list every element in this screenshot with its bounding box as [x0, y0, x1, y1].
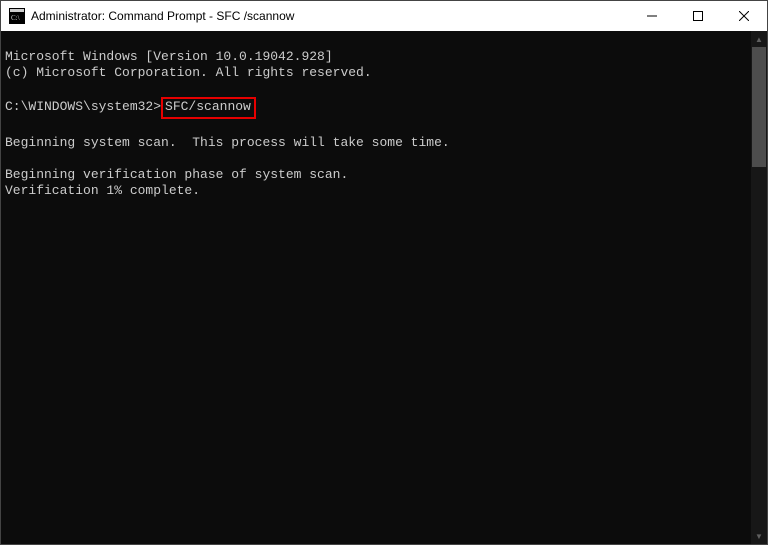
terminal-area: Microsoft Windows [Version 10.0.19042.92… [1, 31, 767, 544]
minimize-icon [647, 11, 657, 21]
close-button[interactable] [721, 1, 767, 31]
scroll-down-arrow-icon[interactable]: ▼ [751, 528, 767, 544]
command-text: SFC/scannow [165, 99, 251, 114]
progress-line: Verification 1% complete. [5, 183, 747, 199]
scrollbar-thumb[interactable] [752, 47, 766, 167]
minimize-button[interactable] [629, 1, 675, 31]
scan-start-line: Beginning system scan. This process will… [5, 135, 747, 151]
prompt-path: C:\WINDOWS\system32> [5, 99, 161, 114]
scroll-up-arrow-icon[interactable]: ▲ [751, 31, 767, 47]
cmd-icon: C:\ [9, 8, 25, 24]
app-window: C:\ Administrator: Command Prompt - SFC … [0, 0, 768, 545]
verify-start-line: Beginning verification phase of system s… [5, 167, 747, 183]
banner-version: Microsoft Windows [Version 10.0.19042.92… [5, 49, 747, 65]
banner-copyright: (c) Microsoft Corporation. All rights re… [5, 65, 747, 81]
terminal-output[interactable]: Microsoft Windows [Version 10.0.19042.92… [1, 31, 751, 544]
close-icon [739, 11, 749, 21]
window-controls [629, 1, 767, 31]
command-highlight: SFC/scannow [161, 97, 256, 119]
maximize-button[interactable] [675, 1, 721, 31]
titlebar[interactable]: C:\ Administrator: Command Prompt - SFC … [1, 1, 767, 31]
maximize-icon [693, 11, 703, 21]
window-title: Administrator: Command Prompt - SFC /sca… [31, 9, 629, 23]
prompt-line: C:\WINDOWS\system32> SFC/scannow [5, 97, 747, 119]
svg-text:C:\: C:\ [11, 14, 20, 22]
vertical-scrollbar[interactable]: ▲ ▼ [751, 31, 767, 544]
